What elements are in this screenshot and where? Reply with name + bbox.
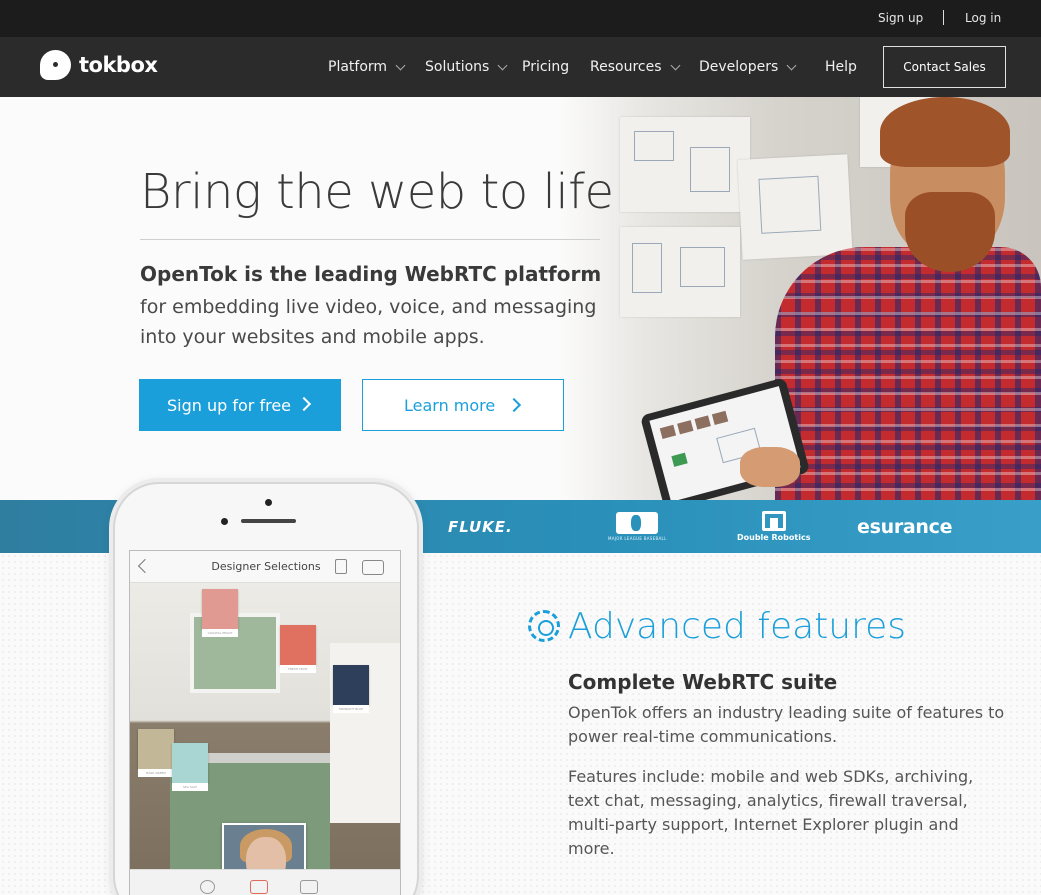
chevron-down-icon: [395, 60, 406, 70]
hero-section: Bring the web to life OpenTok is the lea…: [0, 97, 1041, 500]
whiteboard-sketch: [620, 117, 750, 212]
phone-mockup: Designer Selections COASTAL PEACH FRESH …: [113, 482, 419, 895]
esurance-logo: esurance: [857, 515, 953, 538]
app-title: Designer Selections: [211, 560, 321, 573]
color-swatch: MIDNIGHT BLUE: [333, 665, 369, 713]
login-link[interactable]: Log in: [965, 11, 1001, 25]
nav-platform[interactable]: Platform: [328, 59, 406, 75]
learn-more-button[interactable]: Learn more: [362, 379, 564, 431]
whiteboard-sketch: [737, 154, 853, 260]
nav-platform-label: Platform: [328, 59, 388, 75]
video-icon[interactable]: [250, 880, 268, 894]
contact-sales-button[interactable]: Contact Sales: [883, 46, 1006, 88]
color-swatch: SEA SALT: [172, 743, 208, 791]
hero-title: Bring the web to life: [140, 164, 614, 220]
features-paragraph: OpenTok offers an industry leading suite…: [568, 703, 1005, 746]
person-hair: [880, 97, 1010, 167]
top-utility-bar: Sign up Log in: [0, 0, 1041, 37]
phone-call-icon[interactable]: [200, 880, 215, 894]
whiteboard-sketch: [620, 227, 740, 317]
camera-switch-icon: [362, 560, 384, 575]
hero-photo: [560, 97, 1041, 500]
kitchen-photo: COASTAL PEACH FRESH FRUIT MIDNIGHT BLUE …: [130, 583, 400, 895]
tokbox-logo[interactable]: tokbox: [40, 50, 158, 80]
color-swatch: FRESH FRUIT: [280, 625, 316, 673]
chevron-right-icon: [296, 396, 312, 412]
topbar-divider: [943, 10, 944, 25]
double-robotics-caption: Double Robotics: [737, 533, 811, 542]
learn-more-label: Learn more: [404, 395, 496, 415]
nav-resources[interactable]: Resources: [590, 59, 680, 75]
nav-help-label: Help: [825, 59, 857, 75]
app-header: Designer Selections: [130, 551, 400, 583]
signup-link[interactable]: Sign up: [878, 11, 923, 25]
phone-screen: Designer Selections COASTAL PEACH FRESH …: [129, 550, 401, 895]
phone-camera: [265, 499, 272, 506]
chevron-down-icon: [670, 60, 680, 70]
signup-free-label: Sign up for free: [167, 395, 291, 415]
color-swatch: BASK GREEN: [138, 729, 174, 777]
chat-icon[interactable]: [300, 880, 318, 894]
features-paragraph: Features include: mobile and web SDKs, a…: [568, 767, 974, 858]
chevron-down-icon: [497, 60, 508, 70]
mlb-logo-icon: [616, 512, 659, 534]
chevron-down-icon: [786, 60, 797, 70]
nav-help[interactable]: Help: [825, 59, 857, 75]
paint-roller-icon: [335, 559, 347, 574]
person-beard: [905, 192, 995, 272]
color-swatch: COASTAL PEACH: [202, 589, 238, 637]
mlb-logo: MAJOR LEAGUE BASEBALL: [608, 500, 667, 553]
nav-pricing[interactable]: Pricing: [522, 59, 569, 75]
app-tabbar: [130, 869, 400, 895]
phone-speaker: [241, 519, 296, 523]
mlb-caption: MAJOR LEAGUE BASEBALL: [608, 536, 667, 541]
double-robotics-icon: [761, 511, 786, 531]
hero-subtitle: for embedding live video, voice, and mes…: [140, 296, 597, 348]
nav-resources-label: Resources: [590, 59, 662, 75]
features-subtitle: Complete WebRTC suite: [568, 670, 838, 694]
double-robotics-logo: Double Robotics: [737, 500, 810, 553]
person-hand: [740, 447, 800, 487]
tokbox-logo-icon: [40, 50, 71, 80]
nav-pricing-label: Pricing: [522, 59, 570, 75]
hero-divider: [140, 239, 600, 240]
logo-text: tokbox: [79, 53, 158, 77]
features-title: Advanced features: [568, 606, 906, 647]
hero-lead: OpenTok is the leading WebRTC platform: [140, 262, 602, 286]
person-plaid-shirt: [775, 247, 1041, 500]
gear-icon: [528, 610, 560, 642]
chevron-right-icon: [506, 397, 522, 413]
fluke-logo: FLUKE.: [448, 517, 513, 536]
nav-developers-label: Developers: [699, 59, 779, 75]
nav-developers[interactable]: Developers: [699, 59, 797, 75]
nav-solutions[interactable]: Solutions: [425, 59, 508, 75]
nav-solutions-label: Solutions: [425, 59, 490, 75]
signup-free-button[interactable]: Sign up for free: [139, 379, 341, 431]
main-navbar: tokbox Platform Solutions Pricing Resour…: [0, 37, 1041, 97]
phone-front-sensor: [221, 518, 228, 525]
